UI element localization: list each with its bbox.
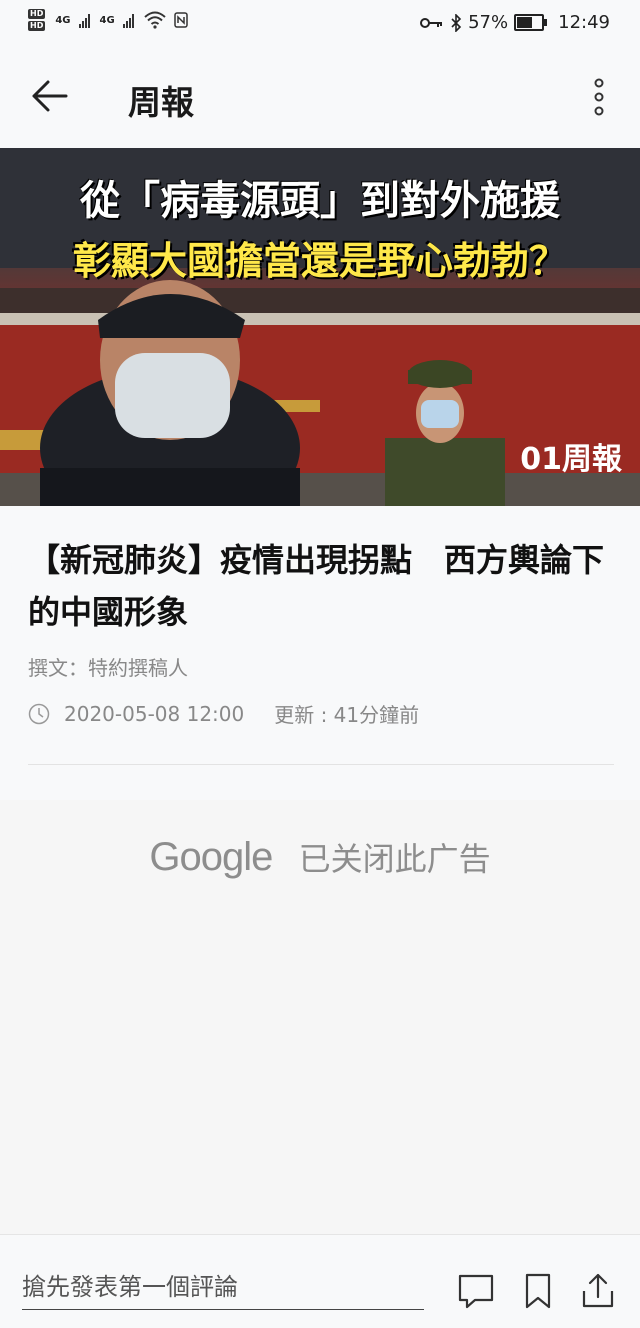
status-left: HD HD 4G 4G: [28, 8, 188, 32]
comment-icon[interactable]: [456, 1271, 496, 1311]
share-icon[interactable]: [578, 1271, 618, 1311]
clock-time: 12:49: [558, 12, 610, 33]
more-vertical-icon[interactable]: [594, 78, 604, 116]
bluetooth-icon: [451, 13, 462, 32]
network-type-2: 4G: [99, 14, 115, 26]
back-arrow-icon[interactable]: [24, 74, 74, 118]
brand-logo: 01周報: [520, 442, 622, 477]
article-meta: 2020-05-08 12:00 更新 : 41分鐘前: [28, 699, 618, 728]
app-bar: 周報: [0, 46, 640, 148]
battery-icon: [514, 14, 548, 31]
bottom-bar: [0, 1234, 640, 1328]
status-right: 57% 12:49: [420, 12, 610, 33]
bookmark-icon[interactable]: [518, 1271, 558, 1311]
hero-image[interactable]: 從「病毒源頭」到對外施援 彰顯大國擔當還是野心勃勃？ 01周報: [0, 148, 640, 506]
page-title: 周報: [128, 83, 194, 122]
updated-time: 更新 : 41分鐘前: [274, 703, 420, 727]
article-headline: 【新冠肺炎】疫情出現拐點 西方輿論下的中國形象: [28, 541, 605, 631]
ad-closed-message: 已关闭此广告: [298, 840, 491, 878]
article-byline: 撰文：特約撰稿人: [28, 656, 188, 680]
hero-headline-1: 從「病毒源頭」到對外施援: [80, 177, 560, 224]
battery-percent: 57%: [468, 12, 509, 33]
clock-icon: [28, 703, 50, 724]
signal-icon: [78, 12, 90, 28]
publish-date: 2020-05-08 12:00: [64, 701, 245, 726]
ad-closed-area: Google 已关闭此广告: [0, 800, 640, 1234]
wifi-icon: [144, 11, 166, 29]
divider: [28, 764, 614, 765]
hero-headline-2: 彰顯大國擔當還是野心勃勃？: [72, 238, 567, 283]
article-header: 【新冠肺炎】疫情出現拐點 西方輿論下的中國形象 撰文：特約撰稿人 2020-05…: [28, 534, 618, 728]
key-icon: [420, 17, 443, 28]
hd2-label: HD: [28, 21, 46, 31]
ad-closed-notice: Google 已关闭此广告: [0, 834, 640, 880]
battery-fill: [517, 17, 532, 28]
comment-input[interactable]: [22, 1265, 424, 1310]
hd-indicator: HD HD: [28, 8, 46, 32]
google-logo: Google: [149, 835, 273, 879]
status-bar: HD HD 4G 4G 57% 12:49: [0, 0, 640, 46]
hd1-label: HD: [28, 9, 46, 19]
network-type-1: 4G: [55, 14, 71, 26]
signal-icon-2: [122, 12, 134, 28]
nfc-icon: [173, 12, 188, 28]
